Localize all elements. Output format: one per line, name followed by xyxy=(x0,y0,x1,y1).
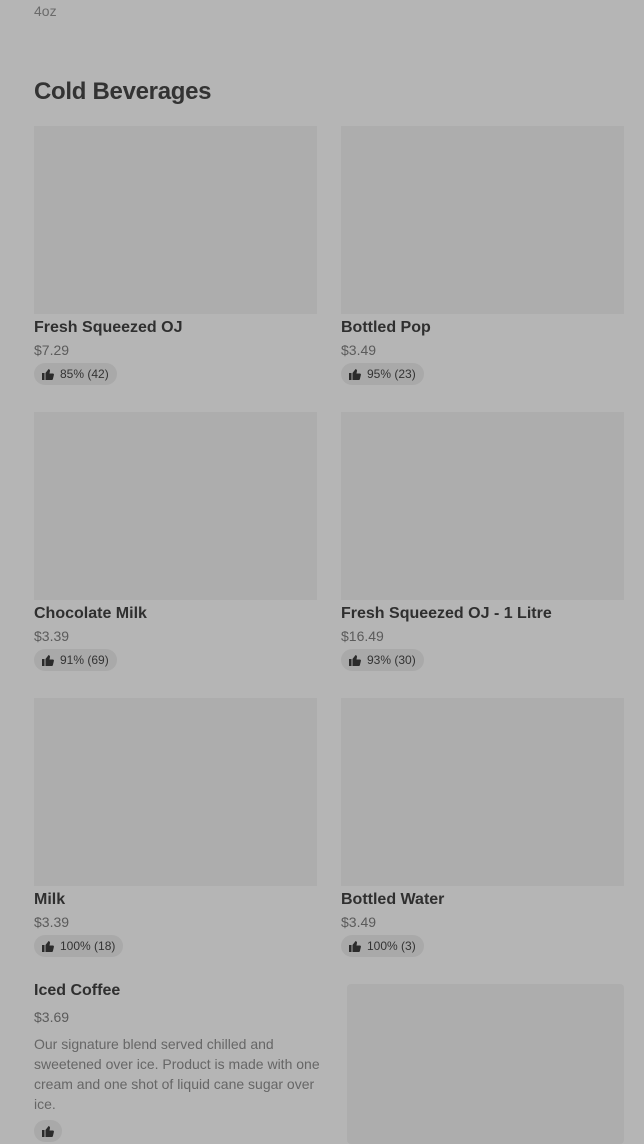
previous-item-size: 4oz xyxy=(34,3,57,19)
thumbs-up-icon xyxy=(42,369,54,380)
item-name: Bottled Water xyxy=(341,891,445,908)
item-description: Our signature blend served chilled and s… xyxy=(34,1036,320,1112)
rating-badge: 95% (23) xyxy=(341,363,424,385)
item-price: $3.69 xyxy=(34,1009,70,1025)
featured-menu-item[interactable]: Iced Coffee $3.69 Our signature blend se… xyxy=(34,982,334,1142)
item-name: Bottled Pop xyxy=(341,319,431,336)
item-image[interactable] xyxy=(341,698,624,886)
item-price: $3.39 xyxy=(34,914,70,930)
item-image[interactable] xyxy=(34,698,317,886)
rating-value: 85% (42) xyxy=(60,367,109,381)
rating-badge: 85% (42) xyxy=(34,363,117,385)
item-image[interactable] xyxy=(341,412,624,600)
menu-item-card[interactable]: Milk $3.39 100% (18) xyxy=(34,698,317,984)
item-name: Chocolate Milk xyxy=(34,605,147,622)
menu-item-card[interactable]: Bottled Pop $3.49 95% (23) xyxy=(341,126,624,412)
item-image[interactable] xyxy=(347,984,624,1144)
rating-value: 95% (23) xyxy=(367,367,416,381)
menu-grid: Fresh Squeezed OJ $7.29 85% (42) Bottled… xyxy=(34,126,624,984)
thumbs-up-icon xyxy=(42,941,54,952)
item-price: $3.49 xyxy=(341,342,377,358)
item-image[interactable] xyxy=(34,126,317,314)
rating-value: 91% (69) xyxy=(60,653,109,667)
rating-badge: 93% (30) xyxy=(341,649,424,671)
menu-item-card[interactable]: Fresh Squeezed OJ - 1 Litre $16.49 93% (… xyxy=(341,412,624,698)
rating-value: 100% (18) xyxy=(60,939,116,953)
item-name: Fresh Squeezed OJ xyxy=(34,319,183,336)
thumbs-up-icon xyxy=(349,941,361,952)
thumbs-up-icon xyxy=(349,655,361,666)
rating-badge: 100% (18) xyxy=(34,935,124,957)
menu-item-card[interactable]: Fresh Squeezed OJ $7.29 85% (42) xyxy=(34,126,317,412)
item-image[interactable] xyxy=(34,412,317,600)
rating-value: 93% (30) xyxy=(367,653,416,667)
section-title: Cold Beverages xyxy=(34,78,212,105)
menu-item-card[interactable]: Chocolate Milk $3.39 91% (69) xyxy=(34,412,317,698)
item-image[interactable] xyxy=(341,126,624,314)
rating-badge xyxy=(34,1120,62,1142)
thumbs-up-icon xyxy=(42,655,54,666)
rating-badge: 100% (3) xyxy=(341,935,424,957)
item-name: Iced Coffee xyxy=(34,982,121,999)
item-price: $3.49 xyxy=(341,914,377,930)
item-name: Milk xyxy=(34,891,66,908)
rating-value: 100% (3) xyxy=(367,939,416,953)
item-price: $16.49 xyxy=(341,628,384,644)
item-name: Fresh Squeezed OJ - 1 Litre xyxy=(341,605,552,622)
thumbs-up-icon xyxy=(349,369,361,380)
item-price: $3.39 xyxy=(34,628,70,644)
menu-item-card[interactable]: Bottled Water $3.49 100% (3) xyxy=(341,698,624,984)
item-price: $7.29 xyxy=(34,342,70,358)
rating-badge: 91% (69) xyxy=(34,649,117,671)
